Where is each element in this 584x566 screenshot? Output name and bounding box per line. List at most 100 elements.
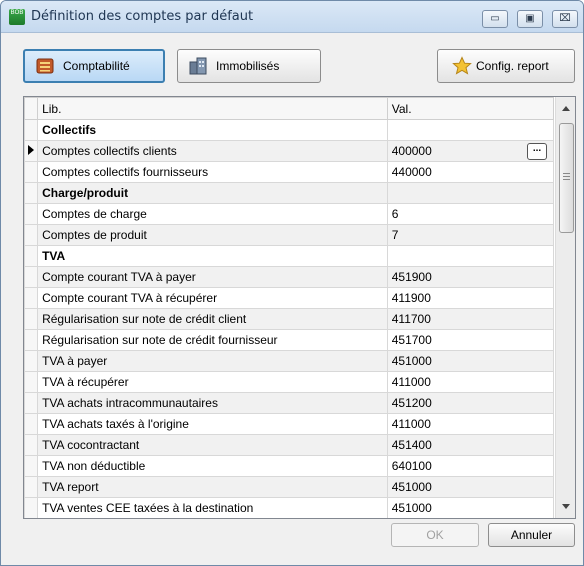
cell-val[interactable]: 451200 bbox=[386, 392, 555, 414]
cell-lib[interactable]: Compte courant TVA à récupérer bbox=[37, 287, 388, 309]
cell-lib[interactable]: Régularisation sur note de crédit fourni… bbox=[37, 329, 388, 351]
config-report-button[interactable]: Config. report bbox=[437, 49, 575, 83]
table-row[interactable]: TVA report 451000 bbox=[24, 476, 555, 498]
row-selector[interactable] bbox=[24, 413, 39, 435]
tab-comptabilite[interactable]: Comptabilité bbox=[23, 49, 165, 83]
table-row[interactable]: Comptes collectifs fournisseurs 440000 bbox=[24, 161, 555, 183]
title-bar[interactable]: BOB Définition des comptes par défaut ▭ … bbox=[1, 1, 583, 33]
cell-val[interactable]: 451000 bbox=[386, 476, 555, 498]
close-button[interactable]: ⌧ bbox=[552, 10, 578, 28]
cell-val[interactable]: 6 bbox=[386, 203, 555, 225]
scroll-up-icon[interactable] bbox=[562, 106, 570, 111]
column-header-val[interactable]: Val. bbox=[386, 97, 555, 120]
table-row[interactable]: TVA à payer 451000 bbox=[24, 350, 555, 372]
cell-lib[interactable]: TVA à récupérer bbox=[37, 371, 388, 393]
tab-immobilises[interactable]: Immobilisés bbox=[177, 49, 321, 83]
cell-val[interactable] bbox=[386, 245, 555, 267]
vertical-scrollbar[interactable] bbox=[555, 97, 575, 518]
cell-val-text: 451000 bbox=[391, 501, 432, 515]
cell-lib[interactable]: TVA ventes CEE taxées à la destination bbox=[37, 497, 388, 518]
cell-lib[interactable]: Comptes de charge bbox=[37, 203, 388, 225]
group-header-row[interactable]: Charge/produit bbox=[24, 182, 555, 204]
cell-lib[interactable]: TVA achats taxés à l'origine bbox=[37, 413, 388, 435]
row-selector[interactable] bbox=[24, 119, 39, 141]
cell-lib[interactable]: TVA bbox=[37, 245, 388, 267]
row-selector[interactable] bbox=[24, 371, 39, 393]
table-row[interactable]: TVA à récupérer 411000 bbox=[24, 371, 555, 393]
row-selector[interactable] bbox=[24, 245, 39, 267]
table-row[interactable]: Régularisation sur note de crédit fourni… bbox=[24, 329, 555, 351]
cell-val[interactable] bbox=[386, 182, 555, 204]
group-header-row[interactable]: TVA bbox=[24, 245, 555, 267]
cell-val[interactable]: 451900 bbox=[386, 266, 555, 288]
accounts-grid[interactable]: Lib. Val. Collectifs Comptes collectifs c… bbox=[23, 96, 576, 519]
table-row[interactable]: TVA non déductible 640100 bbox=[24, 455, 555, 477]
row-selector[interactable] bbox=[24, 287, 39, 309]
scroll-down-icon[interactable] bbox=[562, 504, 570, 509]
cell-val[interactable]: 411000 bbox=[386, 371, 555, 393]
cell-lib[interactable]: Charge/produit bbox=[37, 182, 388, 204]
row-selector[interactable] bbox=[24, 182, 39, 204]
grip-line bbox=[563, 176, 570, 177]
cell-val-text: 440000 bbox=[391, 165, 432, 179]
column-header-lib[interactable]: Lib. bbox=[37, 97, 388, 120]
minimize-button[interactable]: ▭ bbox=[482, 10, 508, 28]
cell-val[interactable]: 7 bbox=[386, 224, 555, 246]
cell-lib[interactable]: TVA non déductible bbox=[37, 455, 388, 477]
table-row[interactable]: TVA achats taxés à l'origine 411000 bbox=[24, 413, 555, 435]
cell-val-text: 7 bbox=[391, 228, 399, 242]
row-selector[interactable] bbox=[24, 266, 39, 288]
table-row[interactable]: Comptes de charge 6 bbox=[24, 203, 555, 225]
scroll-thumb[interactable] bbox=[559, 123, 574, 233]
row-selector[interactable] bbox=[24, 308, 39, 330]
cell-val[interactable]: 451400 bbox=[386, 434, 555, 456]
cell-val[interactable]: 640100 bbox=[386, 455, 555, 477]
cell-val[interactable]: 400000... bbox=[386, 140, 555, 162]
cell-val-text: 640100 bbox=[391, 459, 432, 473]
row-selector[interactable] bbox=[24, 224, 39, 246]
row-selector[interactable] bbox=[24, 434, 39, 456]
lookup-ellipsis-button[interactable]: ... bbox=[527, 143, 547, 160]
cell-lib[interactable]: TVA cocontractant bbox=[37, 434, 388, 456]
row-selector[interactable] bbox=[24, 203, 39, 225]
cell-lib[interactable]: Collectifs bbox=[37, 119, 388, 141]
row-selector[interactable] bbox=[24, 329, 39, 351]
cell-lib[interactable]: Comptes collectifs clients bbox=[37, 140, 388, 162]
cell-val[interactable]: 451000 bbox=[386, 497, 555, 518]
row-selector[interactable] bbox=[24, 161, 39, 183]
table-row[interactable]: TVA cocontractant 451400 bbox=[24, 434, 555, 456]
cell-val[interactable]: 411900 bbox=[386, 287, 555, 309]
cell-lib[interactable]: TVA report bbox=[37, 476, 388, 498]
row-selector[interactable] bbox=[24, 476, 39, 498]
cell-lib[interactable]: Comptes de produit bbox=[37, 224, 388, 246]
cancel-button[interactable]: Annuler bbox=[488, 523, 575, 547]
cell-lib[interactable]: TVA à payer bbox=[37, 350, 388, 372]
cell-lib[interactable]: Régularisation sur note de crédit client bbox=[37, 308, 388, 330]
cell-lib[interactable]: Compte courant TVA à payer bbox=[37, 266, 388, 288]
table-row[interactable]: Comptes de produit 7 bbox=[24, 224, 555, 246]
row-selector[interactable] bbox=[24, 140, 39, 162]
row-selector[interactable] bbox=[24, 497, 39, 518]
buildings-icon bbox=[189, 57, 207, 75]
table-row[interactable]: Comptes collectifs clients 400000... bbox=[24, 140, 555, 162]
row-selector[interactable] bbox=[24, 350, 39, 372]
row-selector[interactable] bbox=[24, 392, 39, 414]
ok-button[interactable]: OK bbox=[391, 523, 479, 547]
row-selector[interactable] bbox=[24, 455, 39, 477]
table-row[interactable]: TVA achats intracommunautaires 451200 bbox=[24, 392, 555, 414]
table-row[interactable]: TVA ventes CEE taxées à la destination 45… bbox=[24, 497, 555, 518]
cell-val-text: 411000 bbox=[391, 417, 431, 431]
maximize-button[interactable]: ▣ bbox=[517, 10, 543, 28]
cell-val[interactable]: 451000 bbox=[386, 350, 555, 372]
cell-lib[interactable]: Comptes collectifs fournisseurs bbox=[37, 161, 388, 183]
cell-val[interactable] bbox=[386, 119, 555, 141]
cell-val[interactable]: 411700 bbox=[386, 308, 555, 330]
cell-lib[interactable]: TVA achats intracommunautaires bbox=[37, 392, 388, 414]
table-row[interactable]: Régularisation sur note de crédit client… bbox=[24, 308, 555, 330]
table-row[interactable]: Compte courant TVA à payer 451900 bbox=[24, 266, 555, 288]
cell-val[interactable]: 451700 bbox=[386, 329, 555, 351]
cell-val[interactable]: 440000 bbox=[386, 161, 555, 183]
table-row[interactable]: Compte courant TVA à récupérer 411900 bbox=[24, 287, 555, 309]
group-header-row[interactable]: Collectifs bbox=[24, 119, 555, 141]
cell-val[interactable]: 411000 bbox=[386, 413, 555, 435]
